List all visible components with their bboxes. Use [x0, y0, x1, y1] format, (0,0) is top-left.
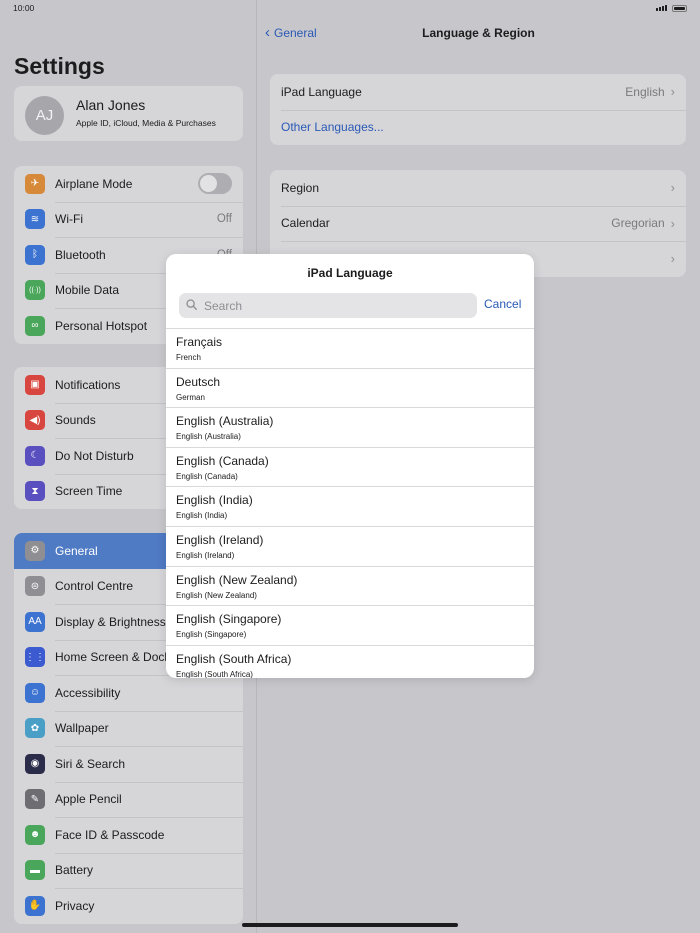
ipad-language-modal: iPad Language Cancel Français French Deuts… — [166, 254, 534, 678]
antenna-icon: ((·)) — [25, 280, 45, 301]
language-english-name: German — [176, 392, 205, 402]
sidebar-item-label: Accessibility — [55, 685, 121, 700]
language-name: English (New Zealand) — [176, 572, 298, 587]
language-name: Français — [176, 335, 223, 349]
language-list: Français French Deutsch German English (Aust… — [166, 328, 534, 678]
language-english-name: English (India) — [176, 511, 228, 521]
faceid-icon: ☻ — [25, 824, 45, 845]
language-english-name: English (Canada) — [176, 471, 238, 481]
accessibility-icon: ☺ — [25, 682, 45, 703]
language-option-english-australia[interactable]: English (Australia) English (Australia) — [166, 407, 534, 447]
language-option-english-india[interactable]: English (India) English (India) — [166, 486, 534, 526]
notifications-icon: ▣ — [25, 374, 45, 395]
language-option-english-singapore[interactable]: English (Singapore) English (Singapore) — [166, 605, 534, 645]
gear-icon: ⚙ — [25, 540, 45, 561]
language-option-german[interactable]: Deutsch German — [166, 367, 534, 408]
language-name: English (Australia) — [176, 414, 274, 429]
sidebar-item-siri-and-search[interactable]: ◉ Siri & Search — [14, 746, 243, 782]
display-icon: AA — [25, 611, 45, 632]
speaker-icon: ◀) — [25, 410, 45, 431]
profile-subtitle: Apple ID, iCloud, Media & Purchases — [76, 118, 216, 128]
wifi-icon: ≋ — [25, 209, 45, 230]
chevron-right-icon: › — [670, 215, 675, 231]
pencil-icon: ✎ — [25, 789, 45, 810]
switches-icon: ⊜ — [25, 576, 45, 597]
sidebar-item-label: Wallpaper — [55, 721, 109, 736]
sidebar-item-wallpaper[interactable]: ✿ Wallpaper — [14, 710, 243, 747]
language-english-name: French — [176, 353, 201, 362]
sidebar-item-label: Airplane Mode — [55, 176, 133, 191]
setting-label: iPad Language — [281, 84, 362, 99]
setting-row-region[interactable]: Region › — [270, 170, 686, 206]
language-name: English (India) — [176, 493, 253, 508]
sidebar-item-accessibility[interactable]: ☺ Accessibility — [14, 675, 243, 711]
setting-value: Gregorian — [611, 216, 665, 231]
setting-row-ipad-language[interactable]: iPad Language English › — [270, 74, 686, 110]
language-english-name: English (Singapore) — [176, 630, 247, 640]
page-title: Language & Region — [422, 26, 535, 40]
chevron-right-icon: › — [670, 84, 675, 100]
siri-icon: ◉ — [25, 753, 45, 774]
avatar: AJ — [25, 96, 64, 135]
sidebar-item-label: Wi-Fi — [55, 212, 83, 227]
language-name: English (South Africa) — [176, 651, 292, 666]
setting-value: English — [625, 84, 665, 99]
airplane-icon: ✈ — [25, 173, 45, 194]
language-option-english-ireland[interactable]: English (Ireland) English (Ireland) — [166, 525, 534, 566]
sidebar-item-label: Privacy — [55, 898, 95, 913]
language-option-english-canada[interactable]: English (Canada) English (Canada) — [166, 446, 534, 487]
language-option-english-new-zealand[interactable]: English (New Zealand) English (New Zealan… — [166, 565, 534, 606]
hand-icon: ✋ — [25, 895, 45, 916]
sidebar-item-value: Off — [216, 213, 232, 226]
sidebar-item-label: Battery — [55, 863, 94, 878]
language-name: Deutsch — [176, 374, 221, 389]
sidebar-item-wi-fi[interactable]: ≋ Wi-Fi Off — [14, 201, 243, 238]
sidebar-item-apple-pencil[interactable]: ✎ Apple Pencil — [14, 781, 243, 818]
sidebar-title: Settings — [14, 53, 105, 79]
language-option-french[interactable]: Français French — [166, 328, 534, 368]
hourglass-icon: ⧗ — [25, 481, 45, 502]
search-icon — [186, 297, 197, 315]
other-languages-link[interactable]: Other Languages... — [281, 120, 686, 134]
sidebar-item-label: Face ID & Passcode — [55, 827, 165, 842]
sidebar-item-privacy[interactable]: ✋ Privacy — [14, 888, 243, 924]
chevron-right-icon: › — [670, 251, 675, 267]
setting-label: Region — [281, 180, 320, 195]
home-indicator — [242, 923, 458, 927]
sidebar-item-label: Siri & Search — [55, 756, 126, 771]
bluetooth-icon: ᛒ — [25, 244, 45, 265]
language-english-name: English (Ireland) — [176, 550, 235, 560]
language-name: English (Singapore) — [176, 612, 282, 627]
battery-status-icon — [672, 5, 687, 12]
flower-icon: ✿ — [25, 718, 45, 739]
modal-title: iPad Language — [307, 266, 393, 280]
setting-label: Calendar — [281, 216, 330, 231]
language-option-english-south-africa[interactable]: English (South Africa) English (South Afr… — [166, 644, 534, 678]
airplane-mode-toggle[interactable] — [198, 173, 232, 195]
cancel-button[interactable]: Cancel — [484, 297, 521, 311]
language-english-name: English (South Africa) — [176, 669, 253, 678]
sidebar-item-battery[interactable]: ▬ Battery — [14, 852, 243, 889]
language-english-name: English (Australia) — [176, 432, 241, 442]
grid-icon: ⋮⋮ — [25, 647, 45, 668]
battery-icon: ▬ — [25, 860, 45, 881]
profile-card[interactable]: AJ Alan Jones Apple ID, iCloud, Media & … — [14, 86, 243, 141]
language-settings-group: iPad Language English › Other Languages... — [270, 74, 686, 145]
chevron-right-icon: › — [670, 180, 675, 196]
profile-name: Alan Jones — [76, 97, 146, 113]
setting-row-other-languages[interactable]: Other Languages... — [270, 109, 686, 146]
setting-row-calendar[interactable]: Calendar Gregorian › — [270, 205, 686, 242]
language-name: English (Canada) — [176, 453, 269, 468]
language-english-name: English (New Zealand) — [176, 590, 257, 600]
sidebar-item-airplane-mode[interactable]: ✈ Airplane Mode — [14, 166, 243, 202]
hotspot-icon: ∞ — [25, 315, 45, 336]
language-name: English (Ireland) — [176, 532, 264, 547]
cellular-signal-icon — [656, 5, 667, 11]
sidebar-item-face-id-and-passcode[interactable]: ☻ Face ID & Passcode — [14, 817, 243, 853]
search-input[interactable] — [202, 297, 477, 314]
moon-icon: ☾ — [25, 445, 45, 466]
sidebar-item-label: Apple Pencil — [55, 792, 122, 807]
search-field[interactable] — [179, 293, 477, 318]
